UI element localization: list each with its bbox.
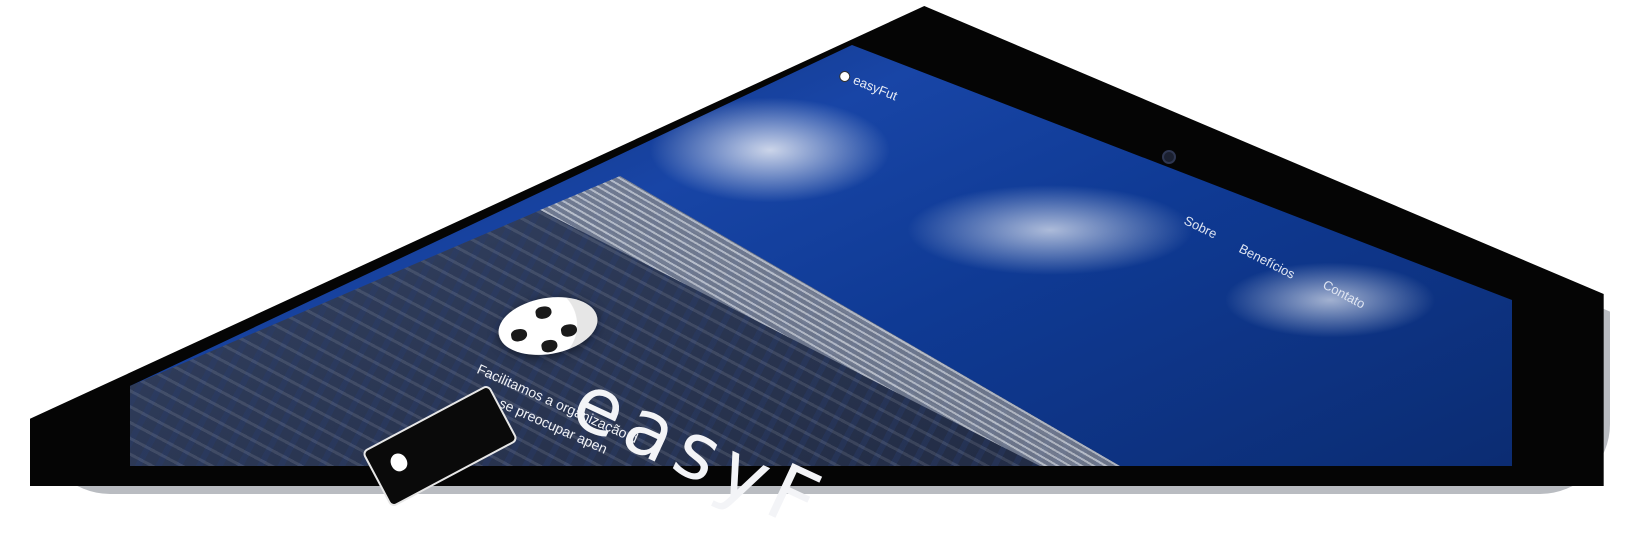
apple-icon	[387, 450, 411, 474]
camera-icon	[1162, 150, 1176, 164]
soccer-ball-icon	[837, 69, 852, 84]
